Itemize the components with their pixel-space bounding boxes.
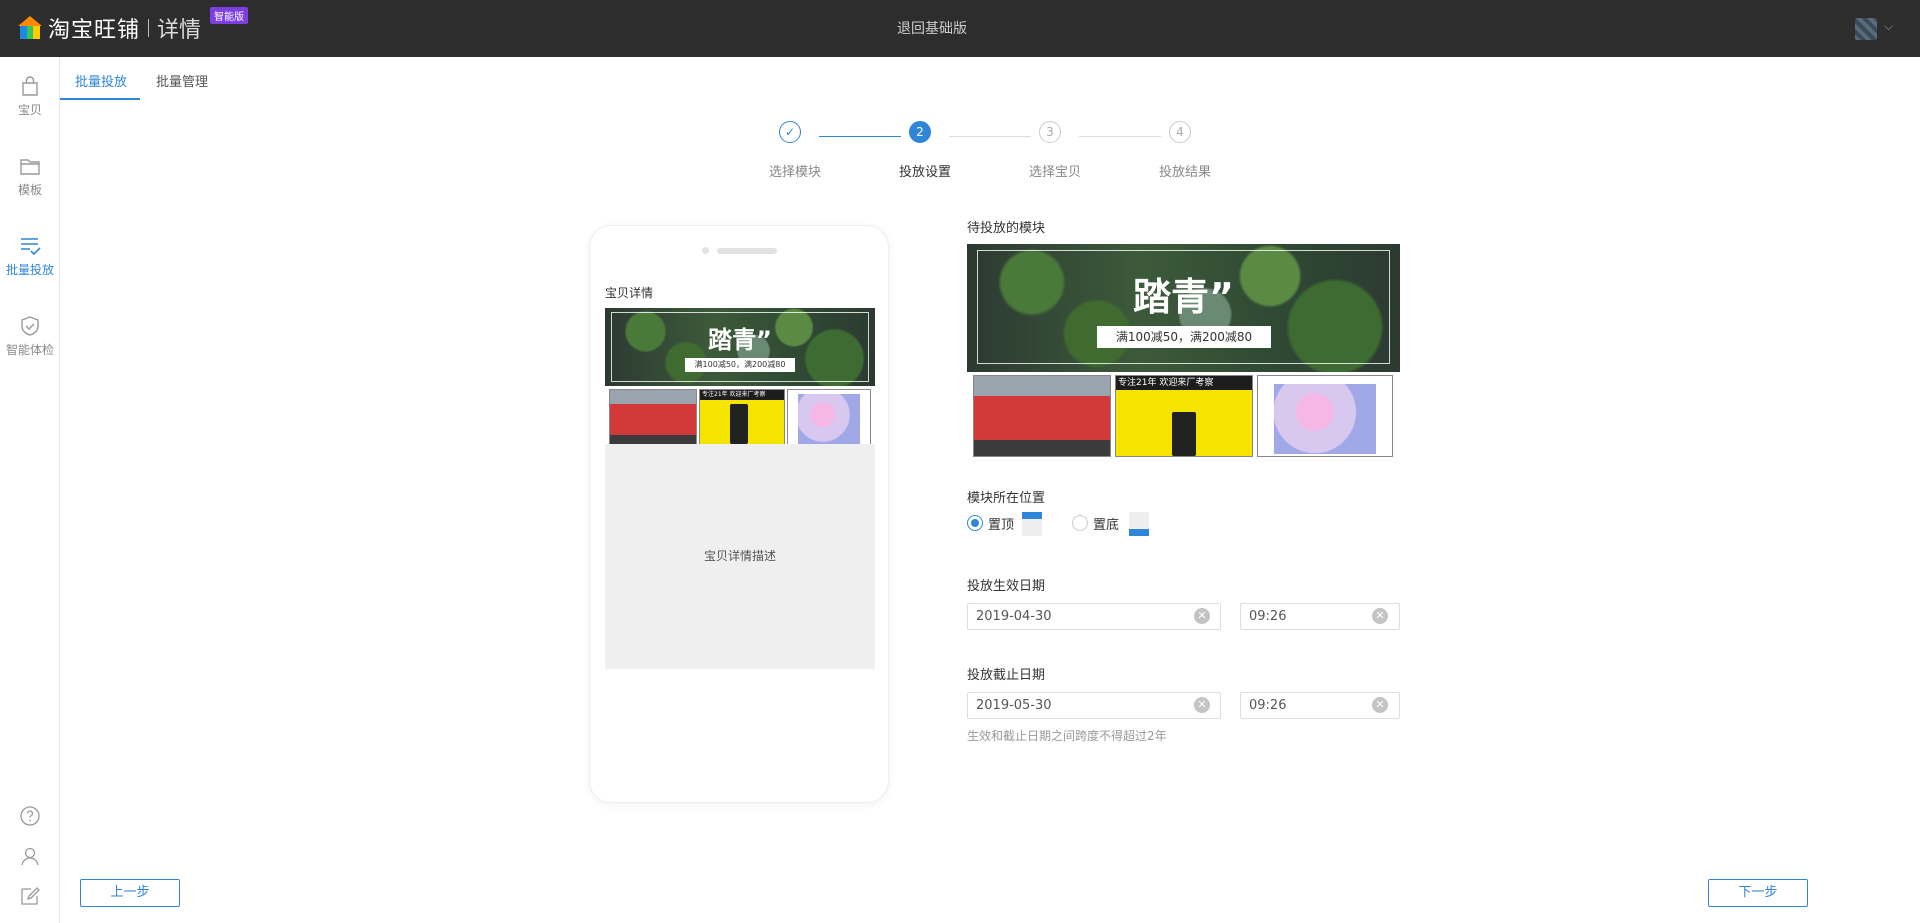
position-bottom-icon [1129,512,1149,536]
clear-icon[interactable]: ✕ [1194,608,1210,624]
avatar[interactable] [1855,18,1877,40]
account-button[interactable] [0,845,60,871]
product-image [609,389,697,447]
top-bar: 淘宝旺铺 详情 智能版 退回基础版 ⌵ [0,0,1920,57]
position-top-icon [1022,512,1042,536]
tab-batch-publish[interactable]: 批量投放 [75,71,127,90]
position-top-label[interactable]: 置顶 [988,514,1014,533]
step-1-check-icon: ✓ [779,121,801,143]
step-2-label: 投放设置 [898,165,951,180]
module-banner-headline: 踏青” [1133,275,1234,319]
step-connector [949,136,1031,137]
tab-batch-manage[interactable]: 批量管理 [156,71,208,90]
preview-banner-headline: 踏青” [708,326,772,354]
position-label: 模块所在位置 [967,491,1046,506]
prev-step-button[interactable]: 上一步 [80,879,180,907]
brand-sub: 详情 [157,18,202,43]
sidebar-item-baby[interactable]: 宝贝 [0,75,60,145]
step-3-label: 选择宝贝 [1028,165,1081,180]
clear-icon[interactable]: ✕ [1194,697,1210,713]
step-connector [819,136,901,137]
step-3-number: 3 [1039,121,1061,143]
list-check-icon [21,238,41,256]
sidebar-item-label: 批量投放 [5,263,54,277]
sidebar-item-label: 模板 [17,183,42,197]
back-to-basic-link[interactable]: 退回基础版 [897,18,967,38]
brand-name: 淘宝旺铺 [48,18,141,43]
start-date-label: 投放生效日期 [967,579,1046,594]
module-banner: 踏青” 满100减50，满200减80 [967,244,1400,372]
sidebar-item-label: 智能体检 [5,343,54,357]
edit-icon [21,887,40,905]
shield-check-icon [21,316,39,336]
sidebar-item-label: 宝贝 [17,103,42,117]
clear-icon[interactable]: ✕ [1372,608,1388,624]
preview-banner-sub: 满100减50，满200减80 [685,358,795,372]
step-connector [1079,136,1161,137]
tab-bar: 批量投放 批量管理 [61,57,1920,101]
product-image: 专注21年 欢迎来厂考察 [1115,375,1253,457]
step-4-label: 投放结果 [1158,165,1211,180]
help-button[interactable] [0,805,60,831]
date-range-hint: 生效和截止日期之间跨度不得超过2年 [967,729,1167,743]
sidebar-item-smart-check[interactable]: 智能体检 [0,315,60,385]
module-banner-sub: 满100减50，满200减80 [1097,326,1271,348]
position-bottom-radio[interactable] [1072,515,1088,531]
step-1-label: 选择模块 [768,165,821,180]
phone-speaker [717,248,777,254]
position-bottom-label[interactable]: 置底 [1093,514,1119,533]
step-2-number: 2 [909,121,931,143]
bag-icon [22,76,38,96]
phone-camera [702,247,709,254]
active-tab-indicator [60,98,140,100]
end-date-label: 投放截止日期 [967,668,1046,683]
position-top-radio[interactable] [967,515,983,531]
edition-badge: 智能版 [210,7,248,24]
product-image [787,389,871,447]
sidebar: 宝贝 模板 批量投放 智能体检 [0,57,60,923]
start-date-input[interactable]: 2019-04-30 [967,603,1221,630]
phone-preview: 宝贝详情 踏青” 满100减50，满200减80 专注21年 欢迎来厂考察 宝贝… [589,225,889,803]
product-image [1257,375,1393,457]
chevron-down-icon[interactable]: ⌵ [1884,19,1893,34]
step-4-number: 4 [1169,121,1191,143]
sidebar-item-batch-publish[interactable]: 批量投放 [0,235,60,305]
module-label: 待投放的模块 [967,221,1046,236]
end-date-input[interactable]: 2019-05-30 [967,692,1221,719]
product-image [973,375,1111,457]
feedback-button[interactable] [0,885,60,911]
product-image: 专注21年 欢迎来厂考察 [699,389,785,447]
clear-icon[interactable]: ✕ [1372,697,1388,713]
module-product-row: 专注21年 欢迎来厂考察 [967,372,1400,457]
preview-description: 宝贝详情描述 [605,444,875,669]
folder-icon [20,159,40,175]
logo[interactable]: 淘宝旺铺 详情 智能版 [18,7,248,44]
preview-product-row: 专注21年 欢迎来厂考察 [605,386,875,447]
next-step-button[interactable]: 下一步 [1708,879,1808,907]
user-icon [21,847,39,866]
brand-divider [148,19,150,37]
sidebar-item-template[interactable]: 模板 [0,155,60,225]
help-icon [20,806,40,826]
preview-title: 宝贝详情 [605,286,654,300]
preview-module-banner: 踏青” 满100减50，满200减80 [605,308,875,386]
shop-logo-icon [18,16,42,40]
